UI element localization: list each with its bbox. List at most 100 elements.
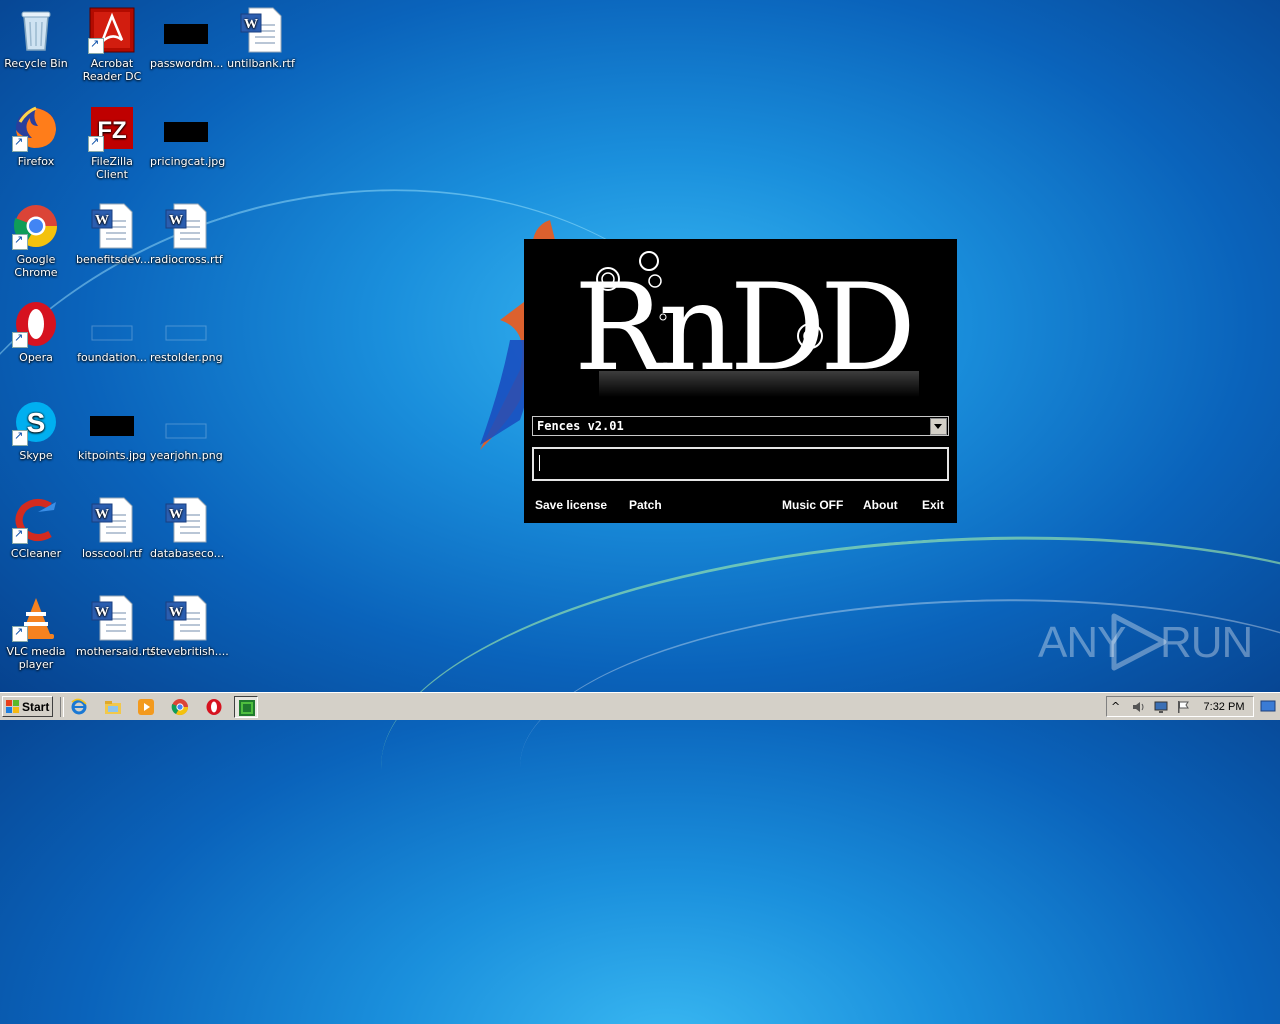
opera-icon	[206, 699, 222, 715]
desktop-icon[interactable]: Recycle Bin	[0, 0, 74, 70]
patch-button[interactable]: Patch	[629, 498, 662, 512]
image-thumbnail-icon	[162, 300, 210, 348]
desktop-icon[interactable]: yearjohn.png	[148, 392, 224, 462]
acrobat-icon	[88, 6, 136, 54]
word-document-icon: W	[88, 202, 136, 250]
taskbar-internet-explorer[interactable]	[67, 696, 91, 718]
taskbar-rndd-keygen[interactable]	[234, 696, 258, 718]
rndd-logo-banner: RnDD	[574, 251, 919, 398]
start-label: Start	[22, 700, 50, 714]
chevron-up-icon[interactable]: ^	[1111, 699, 1127, 715]
svg-text:W: W	[244, 17, 258, 32]
image-thumbnail-icon	[162, 6, 210, 54]
desktop-icon-label: Acrobat Reader DC	[82, 57, 142, 83]
desktop-icon-label: benefitsdev...	[76, 253, 151, 266]
desktop-icon[interactable]: Wmothersaid.rtf	[74, 588, 155, 658]
desktop-icon-label: foundation...	[77, 351, 147, 364]
image-thumbnail-icon	[88, 300, 136, 348]
desktop-icon-label: yearjohn.png	[150, 449, 223, 462]
internet-explorer-icon	[71, 698, 87, 715]
rndd-keygen-icon	[239, 700, 255, 716]
desktop-icon-label: losscool.rtf	[81, 547, 143, 560]
image-thumbnail-icon	[88, 398, 136, 446]
desktop-icon[interactable]: Wstevebritish....	[148, 588, 229, 658]
skype-icon: S	[12, 398, 60, 446]
desktop-icon[interactable]: Wradiocross.rtf	[148, 196, 224, 266]
chevron-down-icon[interactable]	[930, 418, 947, 435]
desktop-icon-label: radiocross.rtf	[150, 253, 223, 266]
desktop-icon[interactable]: Acrobat Reader DC	[74, 0, 150, 83]
desktop-icon-label: kitpoints.jpg	[77, 449, 147, 462]
license-key-field[interactable]	[532, 447, 949, 481]
word-document-icon: W	[88, 496, 136, 544]
desktop-icon[interactable]: Wdatabaseco...	[148, 490, 224, 560]
chrome-icon	[12, 202, 60, 250]
image-thumbnail-icon	[162, 398, 210, 446]
show-desktop-icon[interactable]	[1260, 696, 1276, 717]
desktop-icon[interactable]: Wbenefitsdev...	[74, 196, 150, 266]
word-document-icon: W	[88, 594, 136, 642]
anyrun-watermark: ANY RUN	[1038, 610, 1253, 672]
exit-button[interactable]: Exit	[922, 498, 944, 512]
desktop-icon[interactable]: passwordm...	[148, 0, 224, 70]
save-license-button[interactable]: Save license	[535, 498, 607, 512]
desktop-icon[interactable]: foundation...	[74, 294, 150, 364]
desktop-icon[interactable]: pricingcat.jpg	[148, 98, 225, 168]
svg-text:W: W	[169, 605, 183, 620]
desktop-icon[interactable]: Wlosscool.rtf	[74, 490, 150, 560]
taskbar-media-player[interactable]	[134, 696, 158, 718]
svg-text:S: S	[27, 407, 46, 438]
desktop-icon-label: stevebritish....	[150, 645, 229, 658]
vlc-icon	[12, 594, 60, 642]
word-document-icon: W	[162, 496, 210, 544]
about-button[interactable]: About	[863, 498, 898, 512]
taskbar-file-explorer[interactable]	[101, 696, 125, 718]
taskbar-opera[interactable]	[202, 696, 226, 718]
svg-text:W: W	[169, 213, 183, 228]
image-thumbnail-icon	[162, 104, 210, 152]
shortcut-arrow-icon	[88, 135, 104, 152]
taskbar-chrome[interactable]	[168, 696, 192, 718]
product-select[interactable]: Fences v2.01	[532, 416, 949, 436]
desktop-icon[interactable]: Opera	[0, 294, 74, 364]
desktop-icon-label: VLC media player	[6, 645, 66, 671]
desktop-icon-label: passwordm...	[150, 57, 224, 70]
taskbar-clock[interactable]: 7:32 PM	[1199, 697, 1249, 717]
desktop-icon[interactable]: restolder.png	[148, 294, 224, 364]
desktop-icon-label: CCleaner	[10, 547, 62, 560]
desktop-icon[interactable]: S Skype	[0, 392, 74, 462]
svg-text:W: W	[95, 213, 109, 228]
shortcut-arrow-icon	[12, 527, 28, 544]
desktop-icon-label: untilbank.rtf	[227, 57, 295, 70]
taskbar: Start ^ 7:32 PM	[0, 692, 1280, 720]
desktop-icon-label: Google Chrome	[14, 253, 58, 279]
shortcut-arrow-icon	[12, 331, 28, 348]
desktop-icon[interactable]: CCleaner	[0, 490, 74, 560]
action-center-flag-icon[interactable]	[1175, 699, 1191, 715]
svg-text:W: W	[95, 507, 109, 522]
desktop-icon[interactable]: kitpoints.jpg	[74, 392, 150, 462]
desktop-icon-label: restolder.png	[150, 351, 223, 364]
system-tray: ^ 7:32 PM	[1106, 696, 1254, 717]
ccleaner-icon	[12, 496, 60, 544]
speaker-icon[interactable]	[1131, 699, 1147, 715]
desktop-icon-label: Opera	[19, 351, 53, 364]
desktop-icon[interactable]: FZ FileZilla Client	[74, 98, 150, 181]
desktop-icon[interactable]: VLC media player	[0, 588, 74, 671]
desktop-icon-label: mothersaid.rtf	[76, 645, 155, 658]
svg-text:W: W	[169, 507, 183, 522]
network-icon[interactable]	[1153, 699, 1169, 715]
shortcut-arrow-icon	[12, 625, 28, 642]
svg-text:W: W	[95, 605, 109, 620]
music-toggle-button[interactable]: Music OFF	[782, 498, 843, 512]
desktop-icon-label: Skype	[19, 449, 53, 462]
desktop-icon[interactable]: Wuntilbank.rtf	[223, 0, 299, 70]
desktop-icon[interactable]: Google Chrome	[0, 196, 74, 279]
filezilla-icon: FZ	[88, 104, 136, 152]
start-button[interactable]: Start	[2, 696, 53, 717]
file-explorer-icon	[105, 701, 121, 714]
watermark-text-right: RUN	[1160, 618, 1253, 667]
rndd-keygen-window: RnDD Fences v2.01 Save license Patch Mus…	[524, 239, 957, 523]
desktop-icon-label: Firefox	[17, 155, 55, 168]
desktop-icon[interactable]: Firefox	[0, 98, 74, 168]
